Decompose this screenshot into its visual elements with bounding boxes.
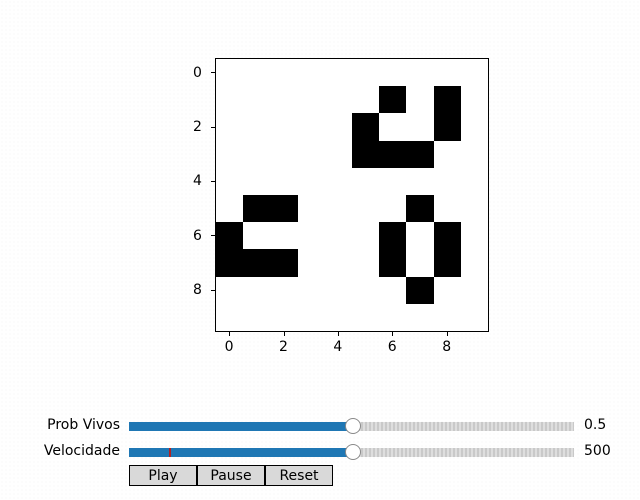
velocidade-value: 500 (584, 443, 611, 459)
velocidade-label: Velocidade (43, 443, 120, 459)
alive-cell (270, 195, 298, 223)
alive-cell (379, 140, 407, 168)
alive-cell (433, 86, 461, 114)
alive-cell (243, 195, 271, 223)
x-tick (446, 332, 448, 336)
y-tick (211, 180, 215, 182)
alive-cell (243, 249, 271, 277)
x-tick-label: 0 (224, 339, 234, 355)
x-tick (337, 332, 339, 336)
alive-cell (406, 276, 434, 304)
alive-cell (379, 222, 407, 250)
prob-vivos-slider[interactable] (129, 418, 574, 434)
x-tick-label: 8 (442, 339, 452, 355)
alive-cell (216, 222, 244, 250)
play-button[interactable]: Play (129, 465, 197, 486)
prob-vivos-fill (129, 422, 352, 431)
x-tick (392, 332, 394, 336)
alive-cell (379, 249, 407, 277)
y-tick-label: 6 (193, 227, 202, 244)
x-tick (229, 332, 231, 336)
velocidade-fill (129, 448, 352, 457)
prob-vivos-label: Prob Vivos (47, 417, 120, 433)
alive-cell (270, 249, 298, 277)
prob-vivos-value: 0.5 (584, 417, 607, 433)
y-tick (211, 126, 215, 128)
alive-cell (352, 113, 380, 141)
y-tick (211, 289, 215, 291)
x-tick-label: 4 (333, 339, 343, 355)
alive-cell (406, 195, 434, 223)
y-tick-label: 8 (193, 282, 202, 299)
y-tick-label: 2 (193, 119, 202, 135)
y-tick (211, 235, 215, 237)
alive-cell (433, 113, 461, 141)
pause-button[interactable]: Pause (197, 465, 265, 486)
alive-cell (433, 249, 461, 277)
reset-button[interactable]: Reset (265, 465, 333, 486)
alive-cell (379, 86, 407, 114)
y-tick-label: 4 (193, 173, 202, 190)
alive-cell (406, 140, 434, 168)
x-tick (283, 332, 285, 336)
alive-cell (216, 249, 244, 277)
prob-vivos-handle[interactable] (344, 418, 361, 434)
alive-cell (352, 140, 380, 168)
x-tick-label: 6 (387, 339, 397, 355)
velocidade-slider[interactable] (129, 444, 574, 460)
velocidade-handle[interactable] (344, 444, 361, 460)
alive-cell (433, 222, 461, 250)
velocidade-initial-marker (169, 448, 172, 457)
x-tick-label: 2 (279, 339, 288, 355)
y-tick-label: 0 (193, 64, 202, 81)
life-grid[interactable] (215, 58, 489, 332)
y-tick (211, 72, 215, 74)
